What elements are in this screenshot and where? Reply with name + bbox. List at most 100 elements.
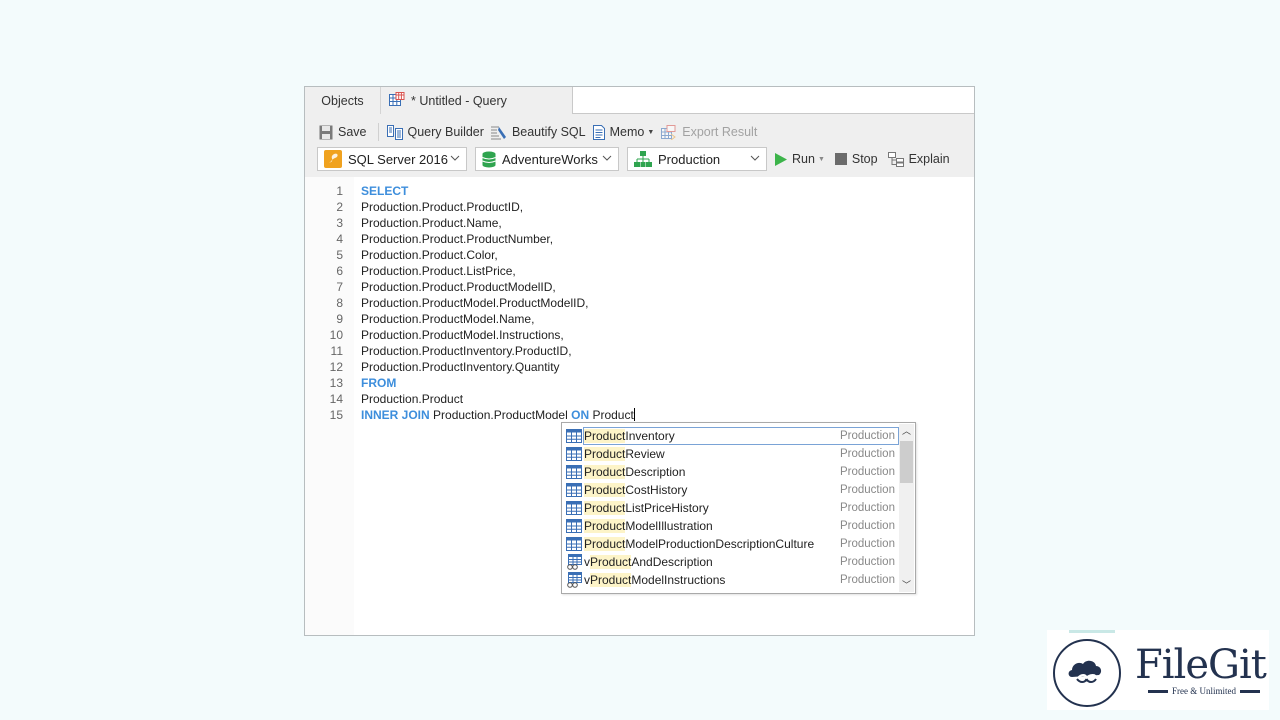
watermark-title: FileGit — [1135, 642, 1267, 688]
stop-button[interactable]: Stop — [834, 152, 878, 166]
schema-select[interactable]: Production — [627, 147, 767, 171]
autocomplete-item-schema: Production — [840, 484, 895, 496]
code-text: Production.ProductInventory.Quantity — [361, 359, 560, 375]
stop-label: Stop — [851, 152, 878, 166]
autocomplete-item-schema: Production — [840, 520, 895, 532]
memo-button[interactable]: Memo ▼ — [592, 122, 654, 142]
tab-objects[interactable]: Objects — [305, 87, 381, 114]
text-cursor — [633, 408, 635, 421]
line-number: 3 — [336, 216, 343, 230]
autocomplete-item-schema: Production — [840, 556, 895, 568]
export-result-button[interactable]: Export Result — [661, 122, 757, 142]
code-line[interactable]: 14 Production.Product — [305, 391, 974, 407]
autocomplete-item[interactable]: ProductModelIllustration Production — [563, 517, 900, 535]
code-line[interactable]: 13 FROM — [305, 375, 974, 391]
code-text: Production.Product.ProductModelID, — [361, 279, 556, 295]
watermark-subtitle: Free & Unlimited — [1144, 686, 1264, 696]
sql-server-icon — [324, 150, 342, 168]
code-line[interactable]: 7 Production.Product.ProductModelID, — [305, 279, 974, 295]
query-builder-button[interactable]: Query Builder — [386, 122, 484, 142]
autocomplete-item-schema: Production — [840, 538, 895, 550]
name-match-highlight: Product — [584, 447, 626, 461]
save-button[interactable]: Save — [319, 122, 367, 142]
autocomplete-item-name: vProductAndDescription — [584, 555, 840, 569]
autocomplete-item[interactable]: ProductReview Production — [563, 445, 900, 463]
scroll-up-arrow-icon[interactable]: ︿ — [899, 424, 914, 438]
autocomplete-item[interactable]: vProductAndDescription Production — [563, 553, 900, 571]
autocomplete-item[interactable]: ProductModelProductionDescriptionCulture… — [563, 535, 900, 553]
tab-query-label: * Untitled - Query — [411, 93, 507, 108]
line-number: 10 — [329, 328, 343, 342]
line-number: 5 — [336, 248, 343, 262]
code-line[interactable]: 10 Production.ProductModel.Instructions, — [305, 327, 974, 343]
line-number: 4 — [336, 232, 343, 246]
sql-identifier: Production.ProductModel — [429, 408, 572, 422]
code-text: Production.Product.Name, — [361, 215, 502, 231]
beautify-brush-icon — [490, 125, 507, 140]
database-icon — [482, 151, 496, 168]
code-text: Production.ProductInventory.ProductID, — [361, 343, 572, 359]
code-line[interactable]: 3 Production.Product.Name, — [305, 215, 974, 231]
autocomplete-list: ProductInventory Production ProductReview P… — [563, 427, 900, 589]
sql-identifier: Production.Product.ProductModelID, — [361, 280, 556, 294]
name-match-highlight: Product — [584, 537, 626, 551]
explain-button[interactable]: Explain — [887, 151, 950, 167]
code-text: Production.ProductModel.Instructions, — [361, 327, 564, 343]
code-line[interactable]: 8 Production.ProductModel.ProductModelID, — [305, 295, 974, 311]
query-builder-label: Query Builder — [407, 125, 484, 139]
stop-icon — [834, 153, 847, 165]
scroll-down-arrow-icon[interactable]: ﹀ — [899, 578, 914, 592]
watermark-subtitle-text: Free & Unlimited — [1172, 686, 1236, 696]
autocomplete-item[interactable]: ProductListPriceHistory Production — [563, 499, 900, 517]
run-button[interactable]: Run ▼ — [775, 152, 825, 166]
sql-identifier: Production.Product — [361, 392, 464, 406]
sql-identifier: Production.ProductModel.ProductModelID, — [361, 296, 589, 310]
beautify-sql-button[interactable]: Beautify SQL — [490, 122, 586, 142]
toolbar-divider — [377, 123, 379, 141]
code-line[interactable]: 12 Production.ProductInventory.Quantity — [305, 359, 974, 375]
tab-bar-empty — [573, 87, 974, 114]
code-line[interactable]: 1 SELECT — [305, 183, 974, 199]
view-icon — [566, 572, 582, 588]
server-type-select[interactable]: SQL Server 2016 — [317, 147, 467, 171]
autocomplete-item[interactable]: vProductModelInstructions Production — [563, 571, 900, 589]
line-number: 9 — [336, 312, 343, 326]
name-match-highlight: Product — [590, 573, 632, 587]
line-number: 8 — [336, 296, 343, 310]
autocomplete-scrollbar[interactable]: ︿ ﹀ — [899, 424, 914, 592]
code-line[interactable]: 6 Production.Product.ListPrice, — [305, 263, 974, 279]
filegit-watermark: FileGit Free & Unlimited — [1047, 630, 1269, 710]
autocomplete-item[interactable]: ProductDescription Production — [563, 463, 900, 481]
name-match-highlight: Product — [584, 519, 626, 533]
name-rest: AndDescription — [631, 555, 713, 569]
sql-keyword: FROM — [361, 376, 397, 390]
autocomplete-item[interactable]: ProductCostHistory Production — [563, 481, 900, 499]
autocomplete-popup: ProductInventory Production ProductReview P… — [561, 422, 916, 594]
sql-identifier: Production.Product.Name, — [361, 216, 502, 230]
run-dropdown-caret-icon[interactable]: ▼ — [818, 156, 825, 163]
scrollbar-thumb[interactable] — [900, 441, 913, 483]
code-line-current[interactable]: 15 INNER JOIN Production.ProductModel ON … — [305, 407, 974, 423]
view-icon — [566, 554, 582, 570]
name-match-highlight: Product — [584, 465, 626, 479]
line-number: 2 — [336, 200, 343, 214]
autocomplete-item[interactable]: ProductInventory Production — [563, 427, 900, 445]
database-select[interactable]: AdventureWorks — [475, 147, 619, 171]
name-match-highlight: Product — [584, 483, 626, 497]
tab-objects-label: Objects — [321, 93, 364, 108]
sql-identifier: Production.ProductModel.Instructions, — [361, 328, 564, 342]
sql-identifier: Production.ProductInventory.Quantity — [361, 360, 560, 374]
code-line[interactable]: 11 Production.ProductInventory.ProductID, — [305, 343, 974, 359]
name-rest: ListPriceHistory — [625, 501, 709, 515]
code-line[interactable]: 4 Production.Product.ProductNumber, — [305, 231, 974, 247]
tab-query[interactable]: * Untitled - Query — [381, 87, 573, 114]
autocomplete-item-name: ProductReview — [584, 447, 840, 461]
code-line[interactable]: 5 Production.Product.Color, — [305, 247, 974, 263]
code-line[interactable]: 2 Production.Product.ProductID, — [305, 199, 974, 215]
memo-dropdown-caret-icon[interactable]: ▼ — [647, 129, 654, 136]
name-rest: Review — [625, 447, 665, 461]
database-value: AdventureWorks — [502, 151, 598, 167]
autocomplete-item-schema: Production — [840, 466, 895, 478]
code-line[interactable]: 9 Production.ProductModel.Name, — [305, 311, 974, 327]
autocomplete-item-schema: Production — [840, 574, 895, 586]
